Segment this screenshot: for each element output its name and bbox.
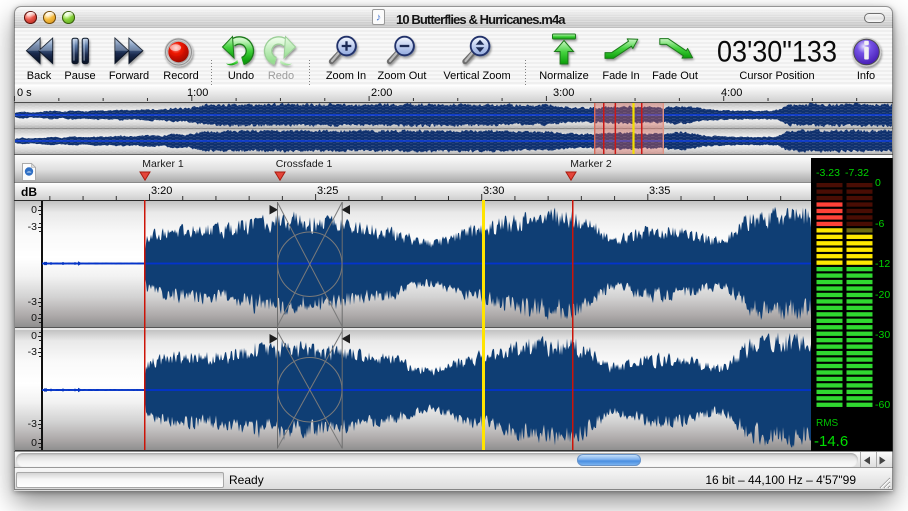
svg-text:-6: -6 <box>875 218 884 230</box>
svg-text:RMS: RMS <box>816 418 839 429</box>
svg-text:-20: -20 <box>875 289 890 301</box>
svg-text:-7.32: -7.32 <box>845 167 869 179</box>
svg-text:-30: -30 <box>875 329 890 341</box>
svg-text:-60: -60 <box>875 399 890 411</box>
svg-text:-14.6: -14.6 <box>814 433 848 450</box>
svg-text:-12: -12 <box>875 258 890 270</box>
svg-text:0: 0 <box>875 177 881 189</box>
svg-text:-3.23: -3.23 <box>816 167 840 179</box>
